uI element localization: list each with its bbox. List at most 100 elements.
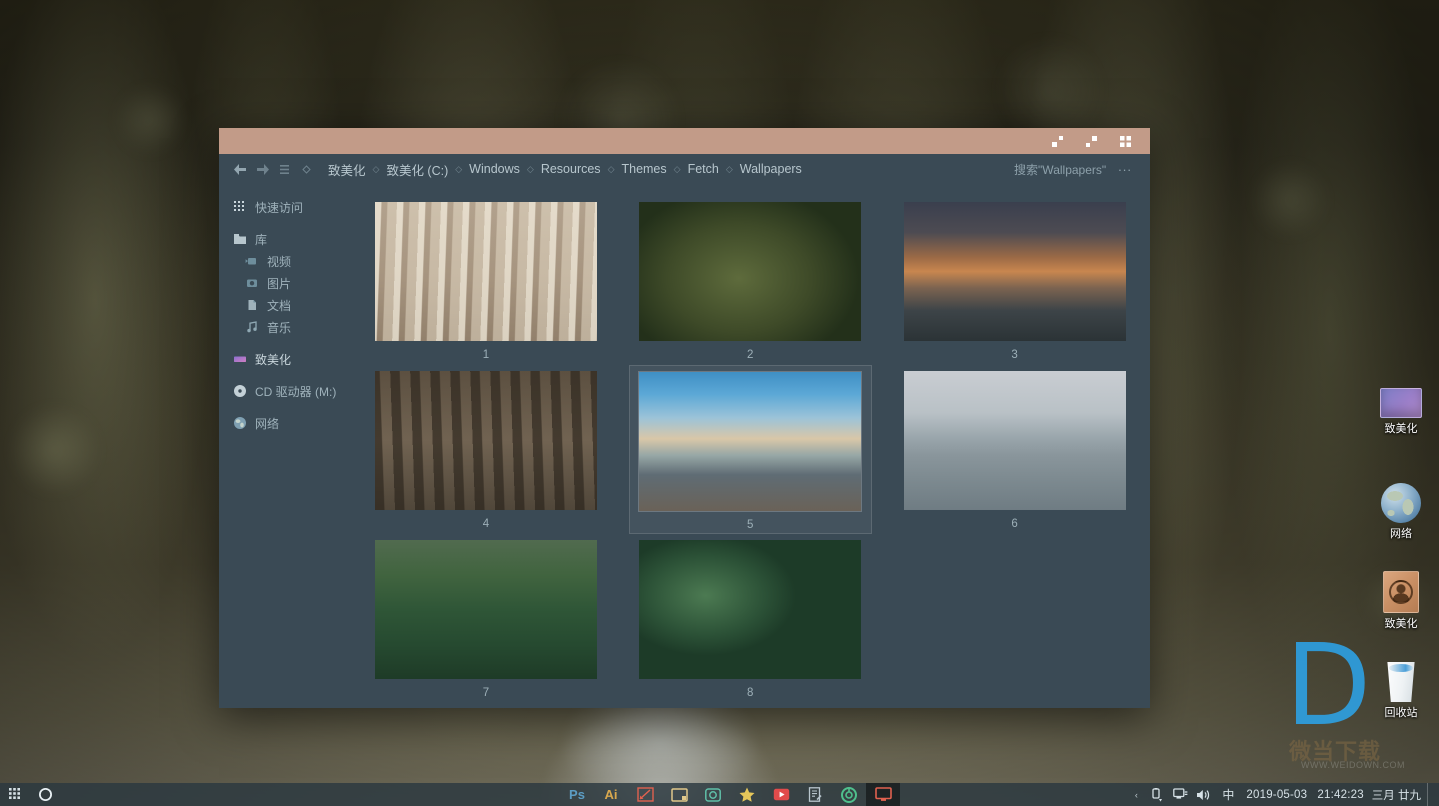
taskbar-app-media-player[interactable]	[764, 783, 798, 806]
taskbar-app-window-manager[interactable]	[662, 783, 696, 806]
file-label: 4	[482, 518, 490, 530]
sidebar-item-label: CD 驱动器 (M:)	[255, 384, 337, 399]
address-bar[interactable]: 致美化 ◇ 致美化 (C:) ◇ Windows ◇ Resources ◇ T…	[219, 154, 1150, 184]
sidebar-item-cd-drive[interactable]: CD 驱动器 (M:)	[231, 380, 357, 402]
breadcrumb-item-3[interactable]: Resources	[536, 160, 606, 178]
close-button[interactable]	[1108, 128, 1142, 154]
taskbar-app-camera[interactable]	[696, 783, 730, 806]
desktop-icon-network[interactable]: 网络	[1366, 483, 1436, 541]
tray-ime-indicator[interactable]: 中	[1216, 786, 1240, 803]
tray-usb-button[interactable]	[1144, 783, 1168, 806]
back-button[interactable]	[229, 158, 251, 180]
navigation-pane[interactable]: 快速访问 库 视频 图片 文档 音乐 致美化 CD 驱动器 (M:) 网络	[219, 184, 357, 708]
overflow-menu-button[interactable]: ...	[1114, 159, 1140, 180]
media-player-icon	[773, 788, 789, 801]
recent-locations-icon	[279, 164, 289, 174]
taskbar-app-favorites[interactable]	[730, 783, 764, 806]
notes-editor-icon	[808, 787, 822, 802]
sidebar-item-videos[interactable]: 视频	[231, 250, 357, 272]
desktop-icon-user-folder[interactable]: 致美化	[1366, 571, 1436, 631]
sidebar-item-this-pc[interactable]: 致美化	[231, 348, 357, 370]
file-label: 8	[747, 687, 754, 699]
taskbar-app-notes-editor[interactable]	[798, 783, 832, 806]
sidebar-item-documents[interactable]: 文档	[231, 294, 357, 316]
file-tile-8[interactable]: 8	[629, 534, 871, 703]
recent-locations-button[interactable]	[273, 158, 295, 180]
tray-volume-button[interactable]	[1192, 783, 1216, 806]
tray-lunar-date[interactable]: 三月 廿九	[1370, 787, 1427, 803]
up-button[interactable]	[295, 158, 317, 180]
forward-button[interactable]	[251, 158, 273, 180]
tray-time: 21:42:23	[1317, 788, 1364, 801]
network-monitor-icon	[1173, 788, 1188, 799]
minimize-button[interactable]	[1040, 128, 1074, 154]
file-explorer-monitor-icon	[874, 787, 892, 801]
breadcrumb-separator: ◇	[673, 163, 681, 174]
taskbar-app-list[interactable]: Ps Ai	[560, 783, 900, 806]
tray-clock[interactable]: 2019-05-03 21:42:23	[1240, 789, 1369, 801]
file-tile-6[interactable]: 6	[894, 365, 1136, 534]
breadcrumb-item-1[interactable]: 致美化 (C:)	[381, 158, 453, 181]
start-button[interactable]	[0, 783, 30, 806]
desktop-icon-zhimeihua-folder[interactable]: 致美化	[1366, 388, 1436, 436]
file-label: 2	[747, 349, 754, 361]
documents-icon	[248, 300, 256, 310]
sidebar-item-network[interactable]: 网络	[231, 412, 357, 434]
usb-eject-icon	[1152, 787, 1162, 802]
taskbar-app-label: Ai	[604, 787, 618, 802]
taskbar-app-file-explorer[interactable]	[866, 783, 900, 806]
tray-overflow-button[interactable]: ‹	[1128, 783, 1144, 806]
breadcrumb-item-0[interactable]: 致美化	[323, 158, 371, 181]
window-titlebar[interactable]	[219, 128, 1150, 154]
file-tile-4[interactable]: 4	[365, 365, 607, 534]
sidebar-item-label: 视频	[267, 254, 292, 269]
up-chevron-icon	[301, 164, 311, 174]
sidebar-item-library[interactable]: 库	[231, 228, 357, 250]
quick-access-icon	[234, 201, 244, 211]
maximize-button[interactable]	[1074, 128, 1108, 154]
file-tile-5[interactable]: 5	[629, 365, 872, 534]
sidebar-item-pictures[interactable]: 图片	[231, 272, 357, 294]
file-label: 5	[747, 519, 754, 531]
taskbar-app-label: Ps	[569, 787, 585, 802]
breadcrumb-item-5[interactable]: Fetch	[683, 160, 724, 178]
file-explorer-window[interactable]: 致美化 ◇ 致美化 (C:) ◇ Windows ◇ Resources ◇ T…	[219, 128, 1150, 708]
maximize-icon	[1085, 135, 1097, 147]
breadcrumb[interactable]: 致美化 ◇ 致美化 (C:) ◇ Windows ◇ Resources ◇ T…	[323, 158, 1006, 181]
show-desktop-button[interactable]	[1427, 783, 1433, 806]
file-tile-1[interactable]: 1	[365, 196, 607, 365]
file-grid[interactable]: 1 2 3 4 5 6 7 8	[357, 184, 1150, 708]
taskbar[interactable]: Ps Ai ‹ 中 2019-05-03 21:42:23 三月 廿九	[0, 783, 1439, 806]
breadcrumb-item-2[interactable]: Windows	[464, 160, 525, 178]
taskbar-app-snipping-tool[interactable]	[628, 783, 662, 806]
tray-network-button[interactable]	[1168, 783, 1192, 806]
system-tray[interactable]: ‹ 中 2019-05-03 21:42:23 三月 廿九	[1128, 783, 1439, 806]
cortana-button[interactable]	[30, 783, 60, 806]
file-thumbnail	[903, 371, 1126, 510]
file-tile-2[interactable]: 2	[629, 196, 871, 365]
file-tile-7[interactable]: 7	[365, 534, 607, 703]
breadcrumb-separator: ◇	[725, 163, 733, 174]
breadcrumb-item-4[interactable]: Themes	[616, 160, 671, 178]
sidebar-item-label: 音乐	[267, 320, 292, 335]
grid-close-icon	[1119, 135, 1131, 147]
recycle-bin-icon	[1387, 662, 1415, 702]
file-thumbnail	[375, 202, 598, 341]
network-globe-icon	[234, 417, 246, 429]
desktop-icon-recycle-bin[interactable]: 回收站	[1366, 662, 1436, 720]
taskbar-app-chrome[interactable]	[832, 783, 866, 806]
desktop[interactable]: 致美化 网络 致美化 回收站 D 微当下载 WWW.WEIDOWN.COM 致美…	[0, 0, 1439, 806]
desktop-icon-label: 致美化	[1384, 423, 1418, 435]
file-label: 6	[1011, 518, 1019, 530]
search-input[interactable]: 搜索"Wallpapers"	[1006, 161, 1114, 178]
breadcrumb-item-6[interactable]: Wallpapers	[735, 160, 807, 178]
sidebar-item-music[interactable]: 音乐	[231, 316, 357, 338]
taskbar-app-illustrator[interactable]: Ai	[594, 783, 628, 806]
file-tile-3[interactable]: 3	[894, 196, 1136, 365]
tray-date: 2019-05-03	[1246, 788, 1308, 801]
sidebar-item-quick-access[interactable]: 快速访问	[231, 196, 357, 218]
taskbar-app-photoshop[interactable]: Ps	[560, 783, 594, 806]
camera-icon	[705, 787, 721, 802]
